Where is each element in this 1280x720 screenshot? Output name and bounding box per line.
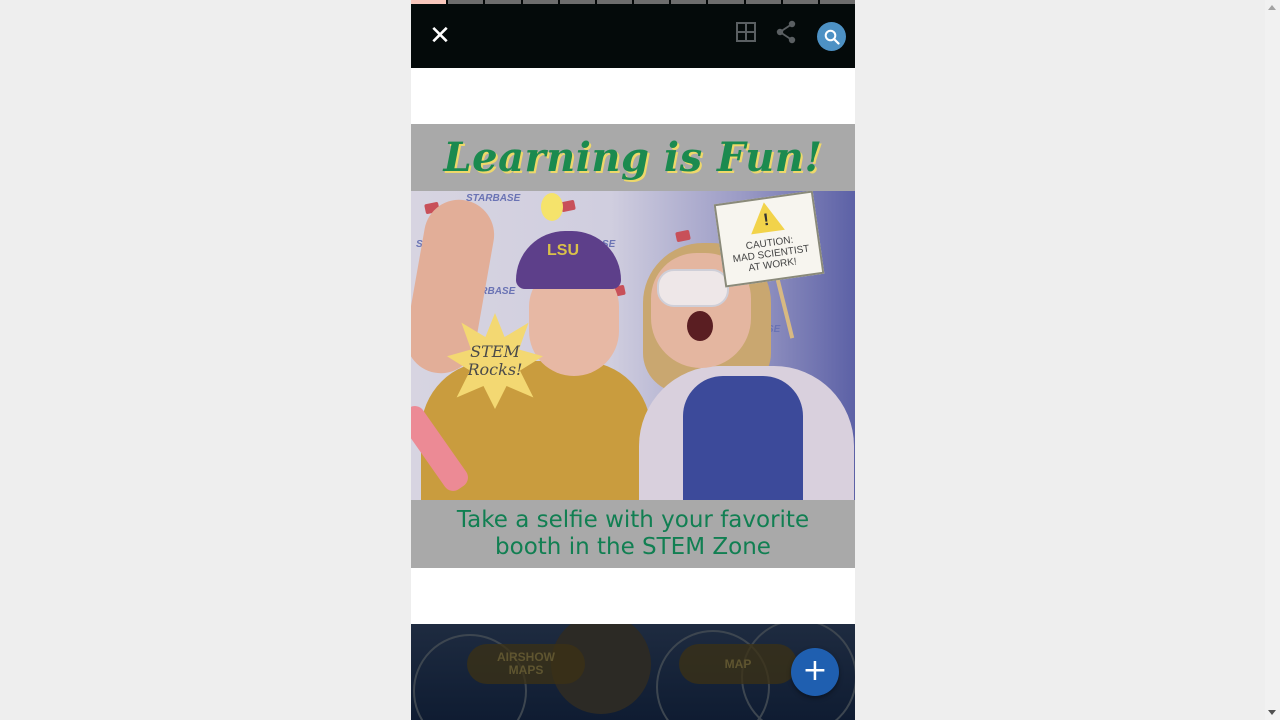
open-mouth [687, 311, 713, 341]
safety-goggles [657, 269, 729, 307]
story-title: Learning is Fun! [443, 134, 823, 181]
search-icon [824, 29, 840, 45]
page-scrollbar[interactable] [1265, 0, 1280, 720]
caution-sign-text: CAUTION: MAD SCIENTIST AT WORK! [732, 234, 811, 275]
selfie-photo: STARBASE STARBASE STARBASE STARBASE STAR… [411, 191, 855, 500]
share-icon[interactable] [775, 20, 797, 44]
grid-icon[interactable] [735, 21, 757, 43]
search-button[interactable] [817, 22, 846, 51]
map-button[interactable]: MAP [679, 644, 797, 684]
story-image: Learning is Fun! STARBASE STARBASE STARB… [411, 124, 855, 568]
viewer-toolbar: ✕ [411, 4, 855, 68]
bottom-banner: AIRSHOW MAPS MAP + [411, 624, 855, 720]
stem-rocks-text: STEM Rocks! [467, 342, 523, 379]
lightbulb-prop [541, 193, 563, 221]
warning-icon [747, 199, 785, 235]
backdrop-flag-graphic [675, 229, 691, 243]
scroll-up-arrow-icon[interactable] [1268, 5, 1276, 10]
close-icon[interactable]: ✕ [428, 23, 452, 49]
person-right-shirt [683, 376, 803, 500]
add-button[interactable]: + [791, 648, 839, 696]
story-caption: Take a selfie with your favorite booth i… [456, 507, 810, 560]
caution-sign-prop: CAUTION: MAD SCIENTIST AT WORK! [713, 191, 825, 288]
cap-logo: LSU [547, 242, 579, 259]
scroll-down-arrow-icon[interactable] [1268, 710, 1276, 715]
airshow-maps-button[interactable]: AIRSHOW MAPS [467, 644, 585, 684]
story-viewer: ✕ Learning is Fun! STARBASE STARBASE LSU… [411, 0, 855, 720]
